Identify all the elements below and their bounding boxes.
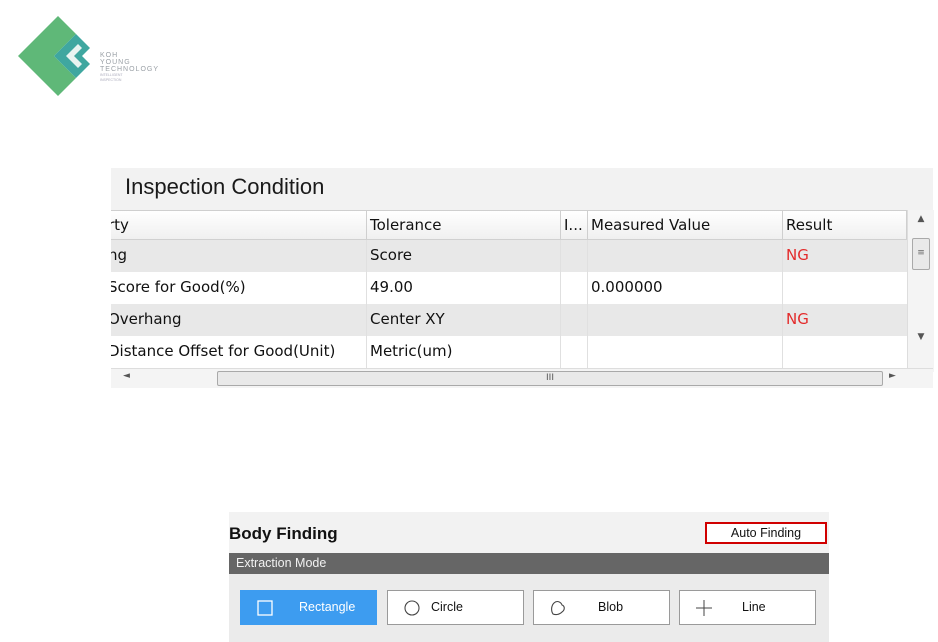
grid-header: rty Tolerance I... Measured Value Result xyxy=(111,211,907,240)
table-row[interactable]: ng Score NG xyxy=(111,240,907,272)
i-cell xyxy=(561,240,588,272)
column-header-result[interactable]: Result xyxy=(783,211,907,239)
measured-value-cell xyxy=(588,304,783,336)
result-cell: NG xyxy=(786,310,809,328)
circle-icon xyxy=(404,600,420,616)
table-row[interactable]: Distance Offset for Good(Unit) Metric(um… xyxy=(111,336,907,368)
measured-value-cell xyxy=(588,336,783,368)
line-mode-button[interactable]: Line xyxy=(679,590,816,625)
panel-title: Inspection Condition xyxy=(125,174,325,199)
scroll-right-icon[interactable]: ► xyxy=(889,371,896,381)
auto-finding-button[interactable]: Auto Finding xyxy=(705,522,827,544)
i-cell xyxy=(561,304,588,336)
vertical-scroll-thumb[interactable]: ≡ xyxy=(912,238,930,270)
extraction-mode-header: Extraction Mode xyxy=(229,553,829,574)
body-finding-panel: Body Finding Auto Finding Extraction Mod… xyxy=(229,512,829,642)
koh-young-logo: KOH YOUNG TECHNOLOGY INTELLIGENT INSPECT… xyxy=(18,16,188,96)
rectangle-mode-button[interactable]: Rectangle xyxy=(240,590,377,625)
tolerance-cell: Score xyxy=(367,240,561,272)
tolerance-cell: Center XY xyxy=(367,304,561,336)
logo-wordmark: KOH YOUNG TECHNOLOGY INTELLIGENT INSPECT… xyxy=(100,52,160,82)
column-header-tolerance[interactable]: Tolerance xyxy=(367,211,561,239)
column-header-measured-value[interactable]: Measured Value xyxy=(588,211,783,239)
square-icon xyxy=(257,600,273,616)
vertical-scrollbar[interactable]: ▲ ≡ ▼ xyxy=(907,210,934,372)
result-cell: NG xyxy=(786,246,809,264)
result-cell xyxy=(783,272,907,304)
body-finding-title: Body Finding xyxy=(229,524,338,543)
blob-mode-button[interactable]: Blob xyxy=(533,590,670,625)
mode-label: Blob xyxy=(598,600,624,614)
tolerance-cell: Metric(um) xyxy=(367,336,561,368)
measured-value-cell: 0.000000 xyxy=(588,272,783,304)
mode-label: Rectangle xyxy=(299,600,356,614)
property-cell: Distance Offset for Good(Unit) xyxy=(111,336,367,368)
mode-label: Circle xyxy=(431,600,463,614)
scroll-down-icon[interactable]: ▼ xyxy=(908,332,934,348)
circle-mode-button[interactable]: Circle xyxy=(387,590,524,625)
column-header-i[interactable]: I... xyxy=(561,211,588,239)
property-cell: Overhang xyxy=(111,304,367,336)
table-row[interactable]: Score for Good(%) 49.00 0.000000 xyxy=(111,272,907,304)
logo-mark-icon xyxy=(18,16,90,96)
i-cell xyxy=(561,336,588,368)
property-cell: Score for Good(%) xyxy=(111,272,367,304)
scroll-left-icon[interactable]: ◄ xyxy=(123,371,130,381)
table-row[interactable]: Overhang Center XY NG xyxy=(111,304,907,336)
tolerance-cell: 49.00 xyxy=(367,272,561,304)
mode-label: Line xyxy=(742,600,766,614)
measured-value-cell xyxy=(588,240,783,272)
blob-icon xyxy=(551,600,565,616)
extraction-mode-group: Rectangle Circle Blob Line xyxy=(229,574,829,642)
property-cell: ng xyxy=(111,240,367,272)
horizontal-scrollbar[interactable]: ◄ III ► xyxy=(111,368,933,388)
column-header-property[interactable]: rty xyxy=(111,211,367,239)
plus-icon xyxy=(696,600,712,616)
i-cell xyxy=(561,272,588,304)
result-cell xyxy=(783,336,907,368)
scroll-up-icon[interactable]: ▲ xyxy=(908,214,934,230)
horizontal-scroll-thumb[interactable]: III xyxy=(217,371,883,386)
inspection-condition-panel: Inspection Condition rty Tolerance I... … xyxy=(111,168,934,388)
inspection-grid: rty Tolerance I... Measured Value Result… xyxy=(111,210,907,387)
